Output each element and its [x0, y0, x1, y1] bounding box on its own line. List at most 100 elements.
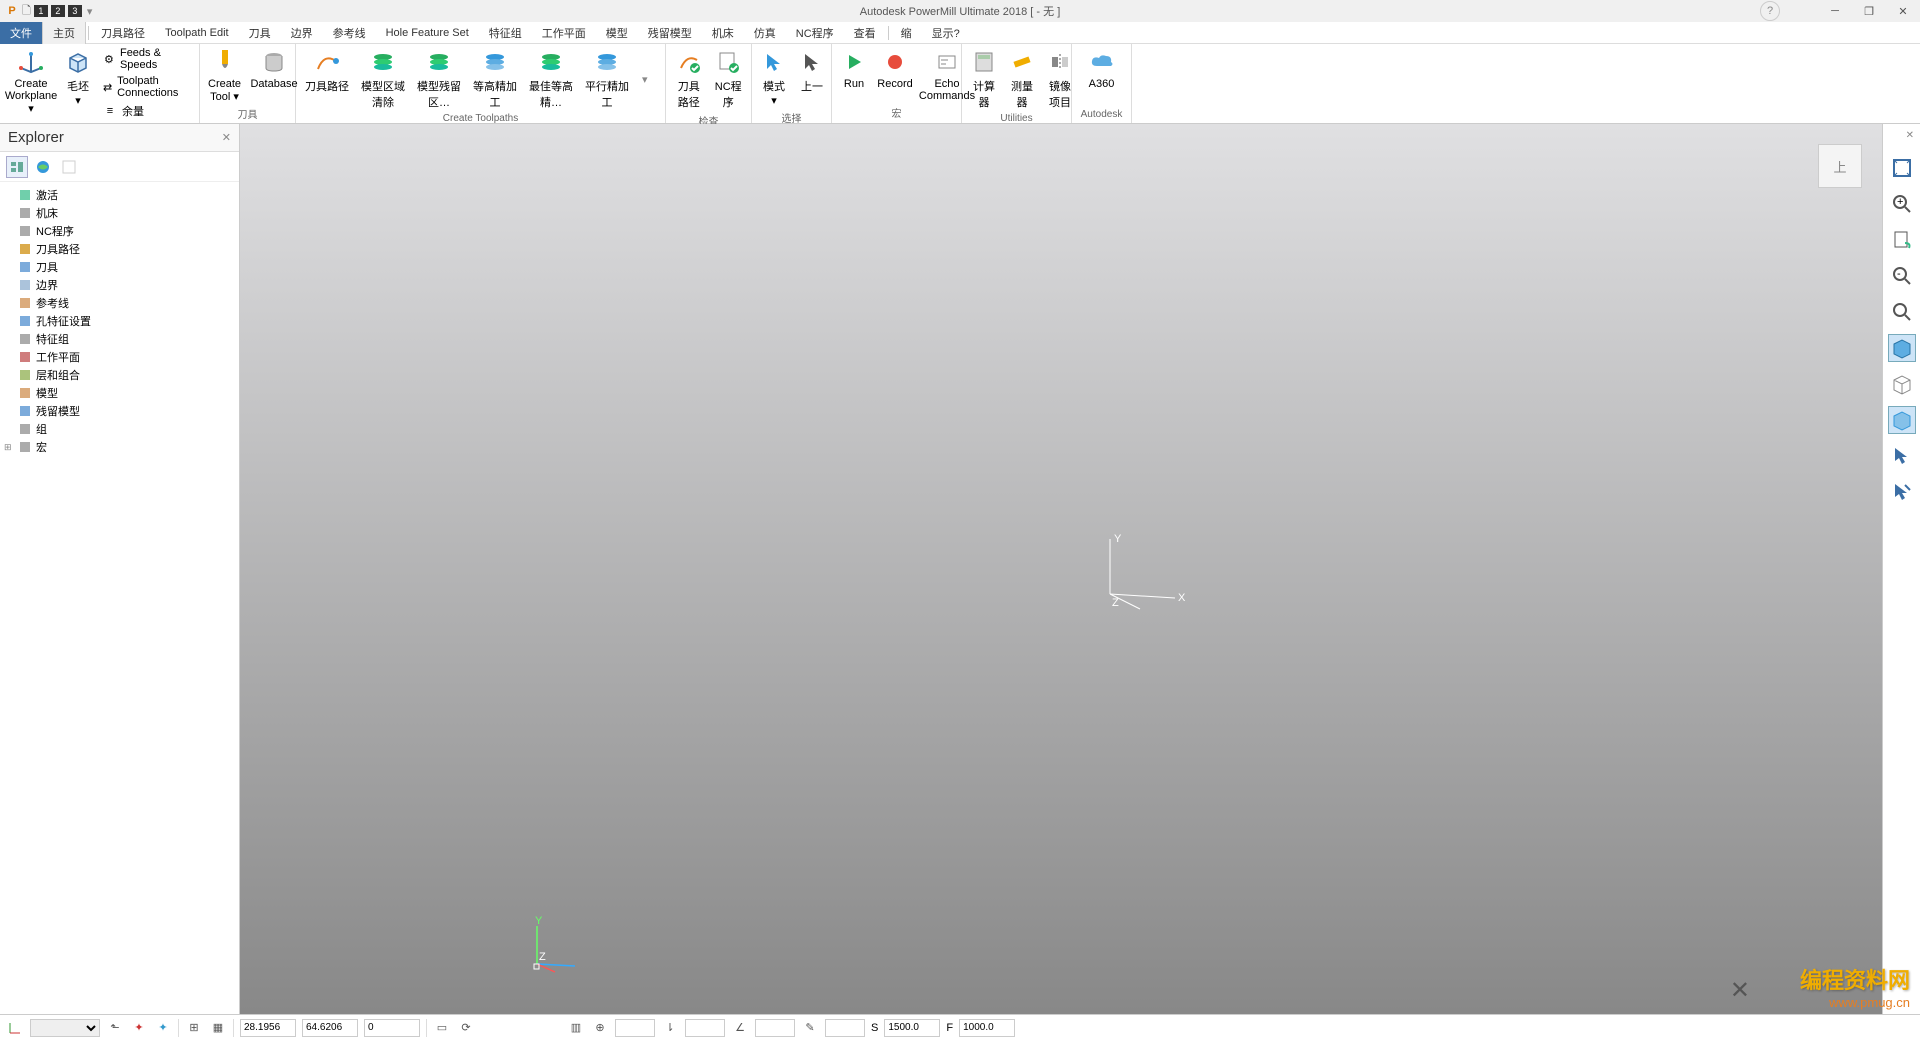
status-tool-icon[interactable]: ⇂ [661, 1019, 679, 1037]
qat-3[interactable]: 3 [68, 5, 82, 17]
model-rest-button[interactable]: 模型残留区… [414, 46, 464, 112]
toolpath-connections-button[interactable]: ⇄Toolpath Connections [100, 74, 193, 100]
right-toolbar-close[interactable]: ✕ [1906, 130, 1914, 141]
tree-item-featgrp[interactable]: 特征组 [0, 330, 239, 348]
tree-item-machine[interactable]: 机床 [0, 204, 239, 222]
close-button[interactable]: ✕ [1886, 0, 1920, 22]
tab-simulation[interactable]: 仿真 [744, 22, 786, 44]
tree-item-workplane[interactable]: 工作平面 [0, 348, 239, 366]
tree-item-stock[interactable]: 残留模型 [0, 402, 239, 420]
status-s-input[interactable] [884, 1019, 940, 1037]
check-toolpath-button[interactable]: 刀具路径 [672, 46, 706, 112]
wireframe-button[interactable] [1888, 370, 1916, 398]
tab-hole-feature[interactable]: Hole Feature Set [376, 24, 479, 42]
zoom-out-button[interactable]: - [1888, 262, 1916, 290]
status-lock-icon[interactable]: ▭ [433, 1019, 451, 1037]
tab-zoom[interactable]: 缩 [891, 22, 922, 44]
record-button[interactable]: Record [876, 46, 914, 92]
status-input-a[interactable] [615, 1019, 655, 1037]
tab-home[interactable]: 主页 [42, 21, 86, 44]
tab-view[interactable]: 查看 [844, 22, 886, 44]
tab-display[interactable]: 显示? [922, 22, 970, 44]
tree-item-group[interactable]: 组 [0, 420, 239, 438]
block-view-button[interactable] [1888, 406, 1916, 434]
tab-toolpath-edit[interactable]: Toolpath Edit [155, 24, 239, 42]
tree-item-path[interactable]: 刀具路径 [0, 240, 239, 258]
check-nc-button[interactable]: NC程序 [712, 46, 746, 112]
tree-item-tool[interactable]: 刀具 [0, 258, 239, 276]
create-workplane-button[interactable]: Create Workplane ▾ [6, 46, 56, 117]
fit-view-button[interactable] [1888, 154, 1916, 182]
restore-button[interactable]: ❐ [1852, 0, 1886, 22]
tree-item-macro[interactable]: 宏 [0, 438, 239, 456]
tab-boundary[interactable]: 边界 [281, 22, 323, 44]
cursor-tool1[interactable] [1888, 442, 1916, 470]
status-f-input[interactable] [959, 1019, 1015, 1037]
status-axes-icon[interactable] [6, 1019, 24, 1037]
optconstz-button[interactable]: 最佳等高精… [526, 46, 576, 112]
explorer-close-button[interactable]: ✕ [222, 131, 231, 144]
coord-x-input[interactable] [240, 1019, 296, 1037]
status-wp-icon[interactable]: ⬑ [106, 1019, 124, 1037]
database-button[interactable]: Database [249, 46, 299, 92]
tree-item-boundary[interactable]: 边界 [0, 276, 239, 294]
status-cur-icon[interactable]: ✦ [154, 1019, 172, 1037]
help-button[interactable]: ? [1760, 1, 1780, 21]
tree-item-pattern[interactable]: 参考线 [0, 294, 239, 312]
tab-tool[interactable]: 刀具 [239, 22, 281, 44]
viewport-3d[interactable]: 上 YXZ YZ [240, 124, 1882, 1014]
tab-file[interactable]: 文件 [0, 22, 42, 44]
status-grid2-icon[interactable]: ▦ [209, 1019, 227, 1037]
select-mode-button[interactable]: 模式 ▾ [758, 46, 790, 109]
status-angle-icon[interactable]: ∠ [731, 1019, 749, 1037]
status-target-icon[interactable]: ⊕ [591, 1019, 609, 1037]
shaded-button[interactable] [1888, 334, 1916, 362]
qat-2[interactable]: 2 [51, 5, 65, 17]
tab-machine[interactable]: 机床 [702, 22, 744, 44]
explorer-mode-2[interactable] [32, 156, 54, 178]
status-input-b[interactable] [685, 1019, 725, 1037]
tree-item-play[interactable]: 激活 [0, 186, 239, 204]
tab-model[interactable]: 模型 [596, 22, 638, 44]
status-input-d[interactable] [825, 1019, 865, 1037]
a360-button[interactable]: A360 [1078, 46, 1125, 92]
coord-y-input[interactable] [302, 1019, 358, 1037]
tab-pattern[interactable]: 参考线 [323, 22, 376, 44]
raster-button[interactable]: 平行精加工 [582, 46, 632, 112]
status-ref-icon[interactable]: ✦ [130, 1019, 148, 1037]
zoom-box-button[interactable] [1888, 298, 1916, 326]
tree-item-level[interactable]: 层和组合 [0, 366, 239, 384]
coord-z-input[interactable] [364, 1019, 420, 1037]
calc-button[interactable]: 计算器 [968, 46, 1000, 112]
select-prev-button[interactable]: 上一 [796, 46, 828, 96]
tab-nc[interactable]: NC程序 [786, 22, 844, 44]
status-grid1-icon[interactable]: ⊞ [185, 1019, 203, 1037]
tab-workplane[interactable]: 工作平面 [532, 22, 596, 44]
status-pencil-icon[interactable]: ✎ [801, 1019, 819, 1037]
feeds-speeds-button[interactable]: ⚙Feeds & Speeds [100, 46, 193, 72]
tree-item-hole[interactable]: 孔特征设置 [0, 312, 239, 330]
toolpath-expand-button[interactable]: ▾ [638, 69, 652, 90]
explorer-mode-3[interactable] [58, 156, 80, 178]
zoom-in-button[interactable]: + [1888, 190, 1916, 218]
tab-stock[interactable]: 残留模型 [638, 22, 702, 44]
tab-feature-group[interactable]: 特征组 [479, 22, 532, 44]
measure-button[interactable]: 测量器 [1006, 46, 1038, 112]
qat-dropdown-icon[interactable]: ▾ [87, 5, 93, 18]
thickness-button[interactable]: ≡余量 [100, 102, 193, 120]
explorer-mode-1[interactable] [6, 156, 28, 178]
status-input-c[interactable] [755, 1019, 795, 1037]
minimize-button[interactable]: ─ [1818, 0, 1852, 22]
run-button[interactable]: Run [838, 46, 870, 92]
tree-item-model[interactable]: 模型 [0, 384, 239, 402]
block-button[interactable]: 毛坯 ▾ [62, 46, 94, 109]
workplane-select[interactable] [30, 1019, 100, 1037]
cursor-tool2[interactable] [1888, 478, 1916, 506]
model-area-clear-button[interactable]: 模型区域清除 [358, 46, 408, 112]
qat-save-icon[interactable]: 🗋 [22, 2, 31, 21]
view-cube[interactable]: 上 [1818, 144, 1862, 188]
status-snap-icon[interactable]: ▥ [567, 1019, 585, 1037]
constz-button[interactable]: 等高精加工 [470, 46, 520, 112]
qat-1[interactable]: 1 [34, 5, 48, 17]
tab-toolpath[interactable]: 刀具路径 [91, 22, 155, 44]
